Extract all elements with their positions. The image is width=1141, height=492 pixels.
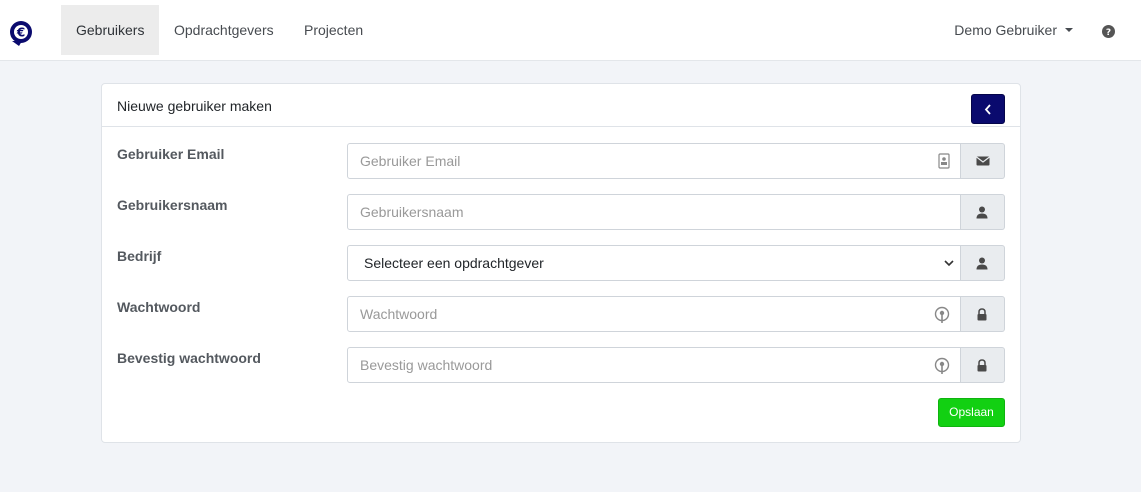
lock-icon <box>977 359 987 372</box>
password-key-icon[interactable] <box>934 306 950 324</box>
company-select-value: Selecteer een opdrachtgever <box>364 255 544 271</box>
svg-text:€: € <box>16 26 25 40</box>
user-icon <box>976 206 988 219</box>
company-label: Bedrijf <box>117 248 162 264</box>
back-button[interactable] <box>971 94 1005 124</box>
email-label: Gebruiker Email <box>117 146 225 162</box>
nav-item-gebruikers[interactable]: Gebruikers <box>61 5 160 55</box>
username-label: Gebruikersnaam <box>117 197 228 213</box>
user-menu-label: Demo Gebruiker <box>954 22 1057 38</box>
email-field[interactable]: Gebruiker Email <box>347 143 961 179</box>
contact-card-icon[interactable] <box>938 153 950 169</box>
question-circle-icon[interactable]: ? <box>1102 25 1115 38</box>
nav-item-opdrachtgevers[interactable]: Opdrachtgevers <box>159 5 289 55</box>
confirm-password-addon <box>961 347 1005 383</box>
password-key-icon[interactable] <box>934 357 950 375</box>
envelope-icon <box>976 156 990 166</box>
top-navbar: € Gebruikers Opdrachtgevers Projecten De… <box>0 0 1141 61</box>
confirm-password-field[interactable]: Bevestig wachtwoord <box>347 347 961 383</box>
lock-icon <box>977 308 987 321</box>
svg-text:?: ? <box>1106 28 1111 38</box>
card-header: Nieuwe gebruiker maken <box>102 84 1020 127</box>
email-placeholder: Gebruiker Email <box>360 153 461 169</box>
nav-item-projecten[interactable]: Projecten <box>289 5 378 55</box>
username-field[interactable]: Gebruikersnaam <box>347 194 961 230</box>
chevron-down-icon <box>944 260 954 267</box>
confirm-password-label: Bevestig wachtwoord <box>117 350 261 366</box>
username-placeholder: Gebruikersnaam <box>360 204 464 220</box>
euro-coin-logo[interactable]: € <box>9 19 33 47</box>
chevron-left-icon <box>984 104 991 115</box>
password-field[interactable]: Wachtwoord <box>347 296 961 332</box>
password-label: Wachtwoord <box>117 299 201 315</box>
user-icon <box>976 257 988 270</box>
password-addon <box>961 296 1005 332</box>
card-title: Nieuwe gebruiker maken <box>117 98 272 114</box>
company-select[interactable]: Selecteer een opdrachtgever <box>347 245 961 281</box>
company-addon <box>961 245 1005 281</box>
email-addon <box>961 143 1005 179</box>
user-menu-dropdown[interactable]: Demo Gebruiker <box>954 5 1073 55</box>
confirm-password-placeholder: Bevestig wachtwoord <box>360 357 493 373</box>
password-placeholder: Wachtwoord <box>360 306 438 322</box>
create-user-card: Nieuwe gebruiker maken Gebruiker Email G… <box>101 83 1021 443</box>
username-addon <box>961 194 1005 230</box>
caret-down-icon <box>1065 28 1073 32</box>
save-button[interactable]: Opslaan <box>938 398 1005 427</box>
